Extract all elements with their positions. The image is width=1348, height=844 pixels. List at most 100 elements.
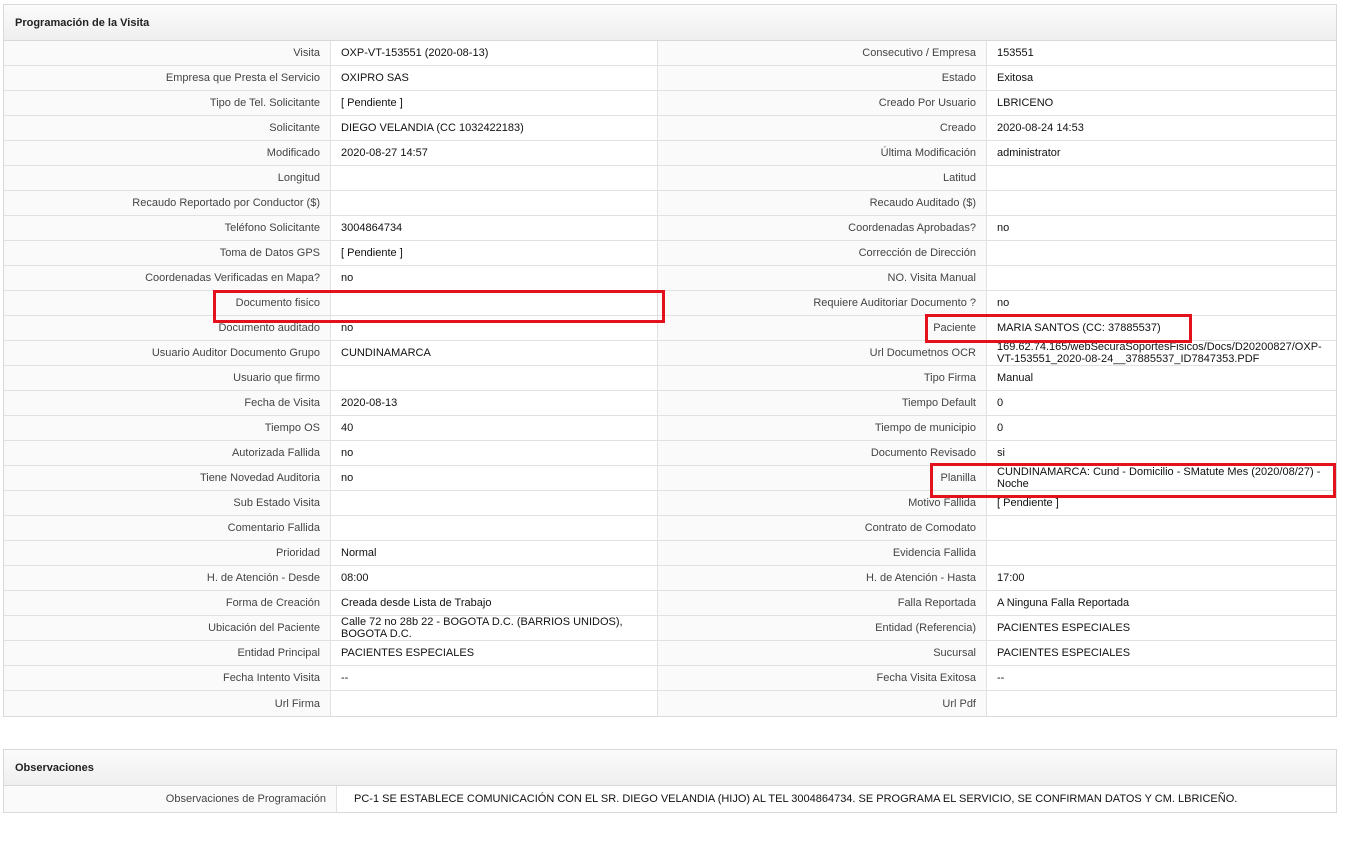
field-label: Autorizada Fallida (4, 441, 331, 466)
field-value (987, 191, 1336, 216)
field-label: Tiempo de municipio (658, 416, 987, 441)
visit-programming-panel: Programación de la Visita Visita OXP-VT-1… (3, 4, 1337, 717)
field-value (331, 191, 658, 216)
field-value: 08:00 (331, 566, 658, 591)
field-label: Motivo Fallida (658, 491, 987, 516)
field-value: no (331, 441, 658, 466)
field-label: Coordenadas Verificadas en Mapa? (4, 266, 331, 291)
field-value: Calle 72 no 28b 22 - BOGOTA D.C. (BARRIO… (331, 616, 658, 641)
field-value: DIEGO VELANDIA (CC 1032422183) (331, 116, 658, 141)
field-label: Recaudo Reportado por Conductor ($) (4, 191, 331, 216)
field-label: Corrección de Dirección (658, 241, 987, 266)
field-value: OXIPRO SAS (331, 66, 658, 91)
field-value: 2020-08-24 14:53 (987, 116, 1336, 141)
field-label: Prioridad (4, 541, 331, 566)
field-value: [ Pendiente ] (331, 91, 658, 116)
field-label: Comentario Fallida (4, 516, 331, 541)
field-value: 2020-08-13 (331, 391, 658, 416)
field-label: Toma de Datos GPS (4, 241, 331, 266)
field-value: A Ninguna Falla Reportada (987, 591, 1336, 616)
field-value: PACIENTES ESPECIALES (987, 641, 1336, 666)
field-value: si (987, 441, 1336, 466)
field-label: Fecha Visita Exitosa (658, 666, 987, 691)
field-label: Coordenadas Aprobadas? (658, 216, 987, 241)
field-label: Estado (658, 66, 987, 91)
observations-row: Observaciones de Programación PC-1 SE ES… (4, 786, 1336, 812)
field-label: Contrato de Comodato (658, 516, 987, 541)
field-label: NO. Visita Manual (658, 266, 987, 291)
field-value: [ Pendiente ] (331, 241, 658, 266)
observations-value: PC-1 SE ESTABLECE COMUNICACIÓN CON EL SR… (354, 793, 1238, 805)
field-value (331, 516, 658, 541)
field-label: Sub Estado Visita (4, 491, 331, 516)
field-value: LBRICENO (987, 91, 1336, 116)
field-value: Manual (987, 366, 1336, 391)
field-value: 0 (987, 416, 1336, 441)
field-label: Url Documetnos OCR (658, 341, 987, 366)
field-label: Modificado (4, 141, 331, 166)
field-label: Tiempo Default (658, 391, 987, 416)
field-value: 153551 (987, 41, 1336, 66)
field-value: no (331, 266, 658, 291)
field-value: no (987, 216, 1336, 241)
field-label: Entidad (Referencia) (658, 616, 987, 641)
field-label: Documento fisico (4, 291, 331, 316)
field-value: 40 (331, 416, 658, 441)
field-label: H. de Atención - Hasta (658, 566, 987, 591)
field-label: Recaudo Auditado ($) (658, 191, 987, 216)
field-value (987, 241, 1336, 266)
field-label: Longitud (4, 166, 331, 191)
field-label: Documento auditado (4, 316, 331, 341)
field-label: Paciente (658, 316, 987, 341)
field-value: CUNDINAMARCA: Cund - Domicilio - SMatute… (987, 466, 1336, 491)
field-value: 3004864734 (331, 216, 658, 241)
field-label: Fecha de Visita (4, 391, 331, 416)
field-label: Última Modificación (658, 141, 987, 166)
field-value (331, 491, 658, 516)
field-label: Creado (658, 116, 987, 141)
observations-panel: Observaciones Observaciones de Programac… (3, 749, 1337, 813)
field-value: Normal (331, 541, 658, 566)
field-value: no (987, 291, 1336, 316)
field-label: Fecha Intento Visita (4, 666, 331, 691)
field-value (331, 166, 658, 191)
field-label: Teléfono Solicitante (4, 216, 331, 241)
field-label: Tiempo OS (4, 416, 331, 441)
field-label: Planilla (658, 466, 987, 491)
field-label: Latitud (658, 166, 987, 191)
field-label: Tiene Novedad Auditoria (4, 466, 331, 491)
field-value (331, 291, 658, 316)
visit-details-grid: Visita OXP-VT-153551 (2020-08-13) Consecut… (4, 41, 1336, 716)
field-label: Evidencia Fallida (658, 541, 987, 566)
visit-programming-title: Programación de la Visita (4, 5, 1336, 41)
field-value: OXP-VT-153551 (2020-08-13) (331, 41, 658, 66)
field-label: Solicitante (4, 116, 331, 141)
field-label: Usuario Auditor Documento Grupo (4, 341, 331, 366)
field-value (987, 166, 1336, 191)
field-label: Url Firma (4, 691, 331, 716)
field-label: Documento Revisado (658, 441, 987, 466)
field-label: Requiere Auditoriar Documento ? (658, 291, 987, 316)
field-value: PACIENTES ESPECIALES (331, 641, 658, 666)
field-value: 0 (987, 391, 1336, 416)
field-label: Sucursal (658, 641, 987, 666)
field-label: Url Pdf (658, 691, 987, 716)
field-value: -- (331, 666, 658, 691)
field-value: administrator (987, 141, 1336, 166)
field-value: 2020-08-27 14:57 (331, 141, 658, 166)
field-value: -- (987, 666, 1336, 691)
field-value: CUNDINAMARCA (331, 341, 658, 366)
field-value (987, 516, 1336, 541)
field-value: no (331, 466, 658, 491)
field-label: Creado Por Usuario (658, 91, 987, 116)
field-label: Tipo Firma (658, 366, 987, 391)
field-label: Consecutivo / Empresa (658, 41, 987, 66)
field-label: H. de Atención - Desde (4, 566, 331, 591)
field-label: Ubicación del Paciente (4, 616, 331, 641)
field-value (987, 691, 1336, 716)
field-value: PACIENTES ESPECIALES (987, 616, 1336, 641)
field-label: Empresa que Presta el Servicio (4, 66, 331, 91)
field-label: Usuario que firmo (4, 366, 331, 391)
observations-title: Observaciones (4, 750, 1336, 786)
field-value: 169.62.74.165/webSecuraSoportesFisicos/D… (987, 341, 1336, 366)
